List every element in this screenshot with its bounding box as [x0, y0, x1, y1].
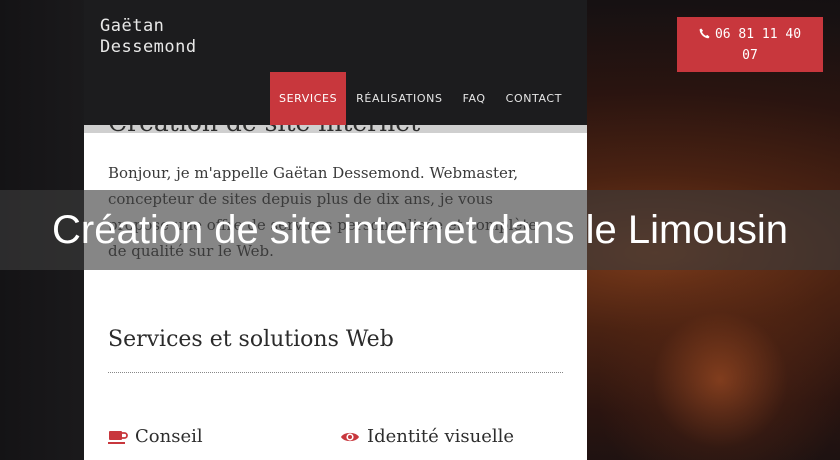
nav-item-contact[interactable]: CONTACT — [496, 72, 572, 125]
section-divider — [108, 372, 563, 373]
phone-number-line1: 06 81 11 40 — [714, 27, 802, 42]
eye-icon — [341, 432, 359, 441]
brand-first-name: Gaëtan — [100, 16, 165, 36]
main-nav: SERVICES RÉALISATIONS FAQ CONTACT — [270, 72, 572, 125]
phone-number-line2: 07 — [742, 48, 758, 63]
phone-icon — [699, 28, 710, 39]
nav-item-faq[interactable]: FAQ — [453, 72, 496, 125]
brand-last-name: Dessemond — [100, 37, 197, 57]
service-conseil[interactable]: Conseil — [108, 426, 203, 447]
phone-button[interactable]: 06 81 11 40 07 — [677, 17, 823, 72]
nav-item-services[interactable]: SERVICES — [270, 72, 347, 125]
overlay-title: Création de site internet dans le Limous… — [52, 208, 788, 252]
nav-item-realisations[interactable]: RÉALISATIONS — [346, 72, 452, 125]
section-title: Services et solutions Web — [108, 327, 394, 352]
coffee-cup-icon — [108, 430, 128, 444]
service-label: Conseil — [135, 426, 203, 447]
site-logo[interactable]: Gaëtan Dessemond — [100, 16, 197, 58]
service-identite-visuelle[interactable]: Identité visuelle — [340, 426, 514, 447]
background-glow — [600, 260, 840, 460]
service-label: Identité visuelle — [367, 426, 515, 447]
